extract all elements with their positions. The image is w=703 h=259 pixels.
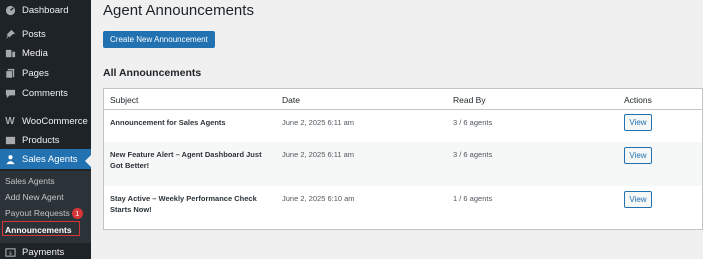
create-announcement-button[interactable]: Create New Announcement: [103, 31, 215, 48]
submenu-item-add-new-agent[interactable]: Add New Agent: [5, 192, 64, 202]
table-row: Stay Active – Weekly Performance Check S…: [104, 186, 702, 230]
dashboard-icon: [3, 3, 17, 17]
pages-icon: [3, 66, 17, 80]
view-button[interactable]: View: [624, 147, 652, 164]
sidebar-item-label: Dashboard: [22, 4, 69, 16]
sidebar-item-payments[interactable]: $ Payments: [0, 242, 91, 259]
announcements-table: Subject Date Read By Actions Announcemen…: [103, 88, 703, 230]
section-title: All Announcements: [103, 67, 202, 79]
table-row: New Feature Alert – Agent Dashboard Just…: [104, 142, 702, 186]
column-header-date: Date: [282, 95, 300, 105]
sidebar-item-comments[interactable]: Comments: [0, 83, 91, 103]
announcement-read-by: 3 / 6 agents: [453, 150, 493, 159]
announcement-date: June 2, 2025 6:11 am: [282, 150, 354, 159]
table-header: Subject Date Read By Actions: [104, 89, 702, 110]
main-content: Agent Announcements Create New Announcem…: [91, 0, 703, 259]
sidebar-item-label: Sales Agents: [22, 153, 78, 165]
sidebar-item-woocommerce[interactable]: W WooCommerce: [0, 111, 91, 131]
sidebar-item-label: Products: [22, 134, 60, 146]
column-header-read-by: Read By: [453, 95, 486, 105]
sidebar-item-pages[interactable]: Pages: [0, 63, 91, 83]
announcement-subject: New Feature Alert – Agent Dashboard Just…: [110, 150, 262, 170]
notification-badge: 1: [71, 208, 83, 220]
sidebar-item-label: Media: [22, 47, 48, 59]
view-button[interactable]: View: [624, 191, 652, 208]
comment-icon: [3, 86, 17, 100]
payments-icon: $: [3, 245, 17, 259]
table-row: Announcement for Sales Agents June 2, 20…: [104, 110, 702, 142]
column-header-subject: Subject: [110, 95, 139, 105]
products-icon: [3, 133, 17, 147]
sidebar-item-label: Payments: [22, 246, 65, 258]
sidebar-item-products[interactable]: Products: [0, 130, 91, 150]
sidebar-item-posts[interactable]: Posts: [0, 24, 91, 44]
announcement-read-by: 3 / 6 agents: [453, 118, 493, 127]
svg-text:$: $: [8, 250, 12, 256]
announcement-subject: Announcement for Sales Agents: [110, 118, 226, 127]
submenu-item-label: Payout Requests: [5, 208, 70, 218]
sidebar-item-sales-agents[interactable]: Sales Agents: [0, 149, 91, 169]
view-button[interactable]: View: [624, 114, 652, 131]
pin-icon: [3, 27, 17, 41]
announcement-subject: Stay Active – Weekly Performance Check S…: [110, 194, 257, 214]
page-title: Agent Announcements: [103, 2, 254, 19]
sidebar-item-dashboard[interactable]: Dashboard: [0, 0, 91, 20]
announcement-date: June 2, 2025 6:11 am: [282, 118, 354, 127]
sidebar-item-media[interactable]: Media: [0, 43, 91, 63]
submenu-item-payout-requests[interactable]: Payout Requests 1: [5, 208, 83, 220]
sidebar-item-label: WooCommerce: [22, 115, 88, 127]
column-header-actions: Actions: [624, 95, 652, 105]
active-item-highlight: [2, 221, 80, 236]
sidebar-item-label: Comments: [22, 87, 68, 99]
sidebar-item-label: Posts: [22, 28, 46, 40]
sidebar-item-label: Pages: [22, 67, 49, 79]
media-icon: [3, 46, 17, 60]
announcement-date: June 2, 2025 6:10 am: [282, 194, 355, 203]
admin-sidebar: Dashboard Posts Media Pages Comments W W…: [0, 0, 91, 259]
users-icon: [3, 152, 17, 166]
woocommerce-icon: W: [5, 115, 15, 127]
submenu-item-sales-agents[interactable]: Sales Agents: [5, 176, 55, 186]
announcement-read-by: 1 / 6 agents: [453, 194, 493, 203]
